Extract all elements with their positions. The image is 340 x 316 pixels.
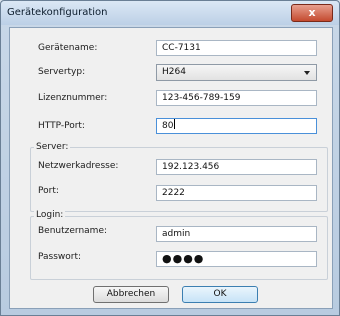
http-port-field[interactable]: 80	[156, 118, 317, 134]
login-group-label: Login:	[34, 210, 66, 220]
server-group-label: Server:	[34, 142, 71, 152]
cancel-button[interactable]: Abbrechen	[93, 286, 169, 303]
close-button[interactable]: x	[291, 4, 333, 22]
server-type-value: H264	[162, 67, 186, 77]
password-field[interactable]: ●●●●	[156, 251, 317, 267]
window-title: Gerätekonfiguration	[7, 7, 108, 18]
password-label: Passwort:	[38, 252, 82, 262]
device-name-field[interactable]: CC-7131	[156, 40, 317, 56]
chevron-down-icon	[304, 71, 310, 75]
port-field[interactable]: 2222	[156, 185, 317, 201]
license-label: Lizenznummer:	[38, 93, 108, 103]
username-field[interactable]: admin	[156, 226, 317, 242]
http-port-value: 80	[162, 121, 174, 131]
text-caret	[174, 119, 176, 129]
http-port-label: HTTP-Port:	[38, 121, 85, 131]
port-label: Port:	[38, 186, 59, 196]
ok-button[interactable]: OK	[182, 286, 258, 303]
license-field[interactable]: 123-456-789-159	[156, 90, 317, 106]
dialog-body: Gerätename: CC-7131 Servertyp: H264 Lize…	[9, 27, 333, 309]
server-group	[30, 147, 328, 212]
username-label: Benutzername:	[38, 226, 108, 236]
server-type-label: Servertyp:	[38, 67, 86, 77]
server-type-select[interactable]: H264	[156, 64, 317, 81]
network-address-label: Netzwerkadresse:	[38, 161, 119, 171]
title-bar[interactable]: Gerätekonfiguration x	[1, 1, 339, 25]
dialog-window: Gerätekonfiguration x Gerätename: CC-713…	[0, 0, 340, 316]
device-name-label: Gerätename:	[38, 43, 98, 53]
network-address-field[interactable]: 192.123.456	[156, 159, 317, 175]
